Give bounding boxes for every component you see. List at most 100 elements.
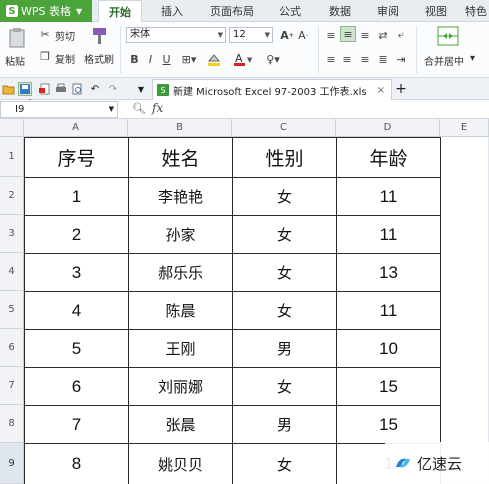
align-left-icon[interactable]: ≡ (324, 52, 338, 66)
row-header[interactable]: 9 (0, 443, 24, 484)
table-cell[interactable]: 15 (337, 406, 441, 444)
indent-icon[interactable]: ⇥ (394, 52, 408, 66)
table-cell[interactable]: 11 (337, 292, 441, 330)
formula-input[interactable] (176, 101, 489, 118)
zoom-icon[interactable]: 🔍︎ (132, 102, 146, 115)
format-painter-button[interactable]: 格式刷 (84, 51, 114, 66)
select-all-corner[interactable] (0, 119, 24, 137)
decrease-font-icon[interactable]: A- (296, 28, 310, 42)
document-tab[interactable]: S 新建 Microsoft Excel 97-2003 工作表.xls × (152, 79, 392, 100)
italic-button[interactable]: I (144, 52, 157, 66)
tab-page-layout[interactable]: 页面布局 (200, 0, 264, 22)
table-cell[interactable]: 王刚 (129, 330, 233, 368)
table-cell[interactable]: 女 (233, 368, 337, 406)
table-cell[interactable]: 7 (25, 406, 129, 444)
open-folder-icon[interactable] (2, 82, 16, 96)
tab-view[interactable]: 视图 (414, 0, 458, 22)
header-cell[interactable]: 性别 (233, 138, 337, 178)
merge-center-button[interactable]: 合并居中 (424, 53, 464, 68)
table-cell[interactable]: 4 (25, 292, 129, 330)
table-cell[interactable]: 5 (25, 330, 129, 368)
font-name-select[interactable]: 宋体 ▼ (126, 27, 226, 43)
column-header-b[interactable]: B (128, 119, 232, 137)
underline-button[interactable]: U (160, 52, 173, 66)
table-cell[interactable]: 男 (233, 406, 337, 444)
header-cell[interactable]: 序号 (25, 138, 129, 178)
tab-review[interactable]: 审阅 (366, 0, 410, 22)
column-header-a[interactable]: A (24, 119, 128, 137)
app-menu-button[interactable]: S WPS 表格 ▼ (0, 0, 92, 22)
table-cell[interactable]: 6 (25, 368, 129, 406)
table-cell[interactable]: 女 (233, 444, 337, 484)
table-cell[interactable]: 1 (25, 178, 129, 216)
tab-home[interactable]: 开始 (98, 0, 142, 23)
name-box[interactable]: I9 ▼ (0, 101, 118, 118)
chevron-down-icon[interactable]: ▾ (470, 53, 475, 64)
align-center-icon[interactable]: ≡ (340, 52, 354, 66)
table-cell[interactable]: 女 (233, 292, 337, 330)
row-header[interactable]: 2 (0, 177, 24, 215)
header-cell[interactable]: 年龄 (337, 138, 441, 178)
distributed-align-icon[interactable]: ≣ (376, 52, 390, 66)
redo-icon[interactable]: ↷ (106, 82, 120, 96)
column-header-e[interactable]: E (440, 119, 489, 137)
row-header[interactable]: 5 (0, 291, 24, 329)
column-header-c[interactable]: C (232, 119, 336, 137)
tab-features[interactable]: 特色 (460, 0, 489, 22)
tab-insert[interactable]: 插入 (150, 0, 194, 22)
fill-color-icon[interactable] (205, 52, 227, 66)
chevron-down-icon[interactable]: ▼ (134, 82, 148, 96)
align-top-icon[interactable]: ≡ (324, 28, 338, 42)
paste-button[interactable] (6, 26, 28, 50)
undo-icon[interactable]: ↶ (88, 82, 102, 96)
table-cell[interactable]: 郝乐乐 (129, 254, 233, 292)
tab-data[interactable]: 数据 (318, 0, 362, 22)
table-cell[interactable]: 刘丽娜 (129, 368, 233, 406)
cut-button[interactable]: 剪切 (55, 28, 75, 43)
font-size-select[interactable]: 12 ▼ (229, 27, 273, 43)
column-header-d[interactable]: D (336, 119, 440, 137)
table-cell[interactable]: 3 (25, 254, 129, 292)
font-color-icon[interactable]: A ▼ (232, 52, 256, 66)
export-pdf-icon[interactable] (38, 82, 52, 96)
table-cell[interactable]: 11 (337, 216, 441, 254)
align-right-icon[interactable]: ≡ (358, 52, 372, 66)
add-tab-icon[interactable]: + (394, 81, 408, 97)
align-middle-icon[interactable]: ≡ (340, 26, 356, 42)
row-header[interactable]: 8 (0, 405, 24, 443)
table-cell[interactable]: 李艳艳 (129, 178, 233, 216)
copy-button[interactable]: 复制 (55, 51, 75, 66)
increase-font-icon[interactable]: A + (280, 28, 294, 42)
borders-icon[interactable]: ⊞▾ (178, 52, 200, 66)
wrap-text-icon[interactable]: ⤶ (394, 28, 408, 42)
row-header[interactable]: 1 (0, 137, 24, 177)
merge-cells-icon[interactable] (436, 25, 460, 47)
table-cell[interactable]: 2 (25, 216, 129, 254)
table-cell[interactable]: 姚贝贝 (129, 444, 233, 484)
table-cell[interactable]: 11 (337, 178, 441, 216)
row-header[interactable]: 4 (0, 253, 24, 291)
orientation-icon[interactable]: ⇄ (376, 28, 390, 42)
close-icon[interactable]: × (377, 85, 385, 96)
table-cell[interactable]: 陈晨 (129, 292, 233, 330)
table-cell[interactable]: 13 (337, 254, 441, 292)
tab-formulas[interactable]: 公式 (268, 0, 312, 22)
align-bottom-icon[interactable]: ≡ (358, 28, 372, 42)
table-cell[interactable]: 张晨 (129, 406, 233, 444)
empty-column-e[interactable] (441, 137, 489, 484)
table-cell[interactable]: 女 (233, 216, 337, 254)
row-header[interactable]: 3 (0, 215, 24, 253)
table-cell[interactable]: 女 (233, 254, 337, 292)
print-preview-icon[interactable] (70, 82, 84, 96)
table-cell[interactable]: 女 (233, 178, 337, 216)
special-chars-icon[interactable]: ♀▾ (262, 52, 284, 66)
table-cell[interactable]: 孙家 (129, 216, 233, 254)
table-cell[interactable]: 8 (25, 444, 129, 484)
table-cell[interactable]: 15 (337, 368, 441, 406)
table-cell[interactable]: 男 (233, 330, 337, 368)
row-header[interactable]: 6 (0, 329, 24, 367)
print-icon[interactable] (54, 82, 68, 96)
fx-icon[interactable]: fx (152, 101, 163, 115)
table-cell[interactable]: 10 (337, 330, 441, 368)
row-header[interactable]: 7 (0, 367, 24, 405)
